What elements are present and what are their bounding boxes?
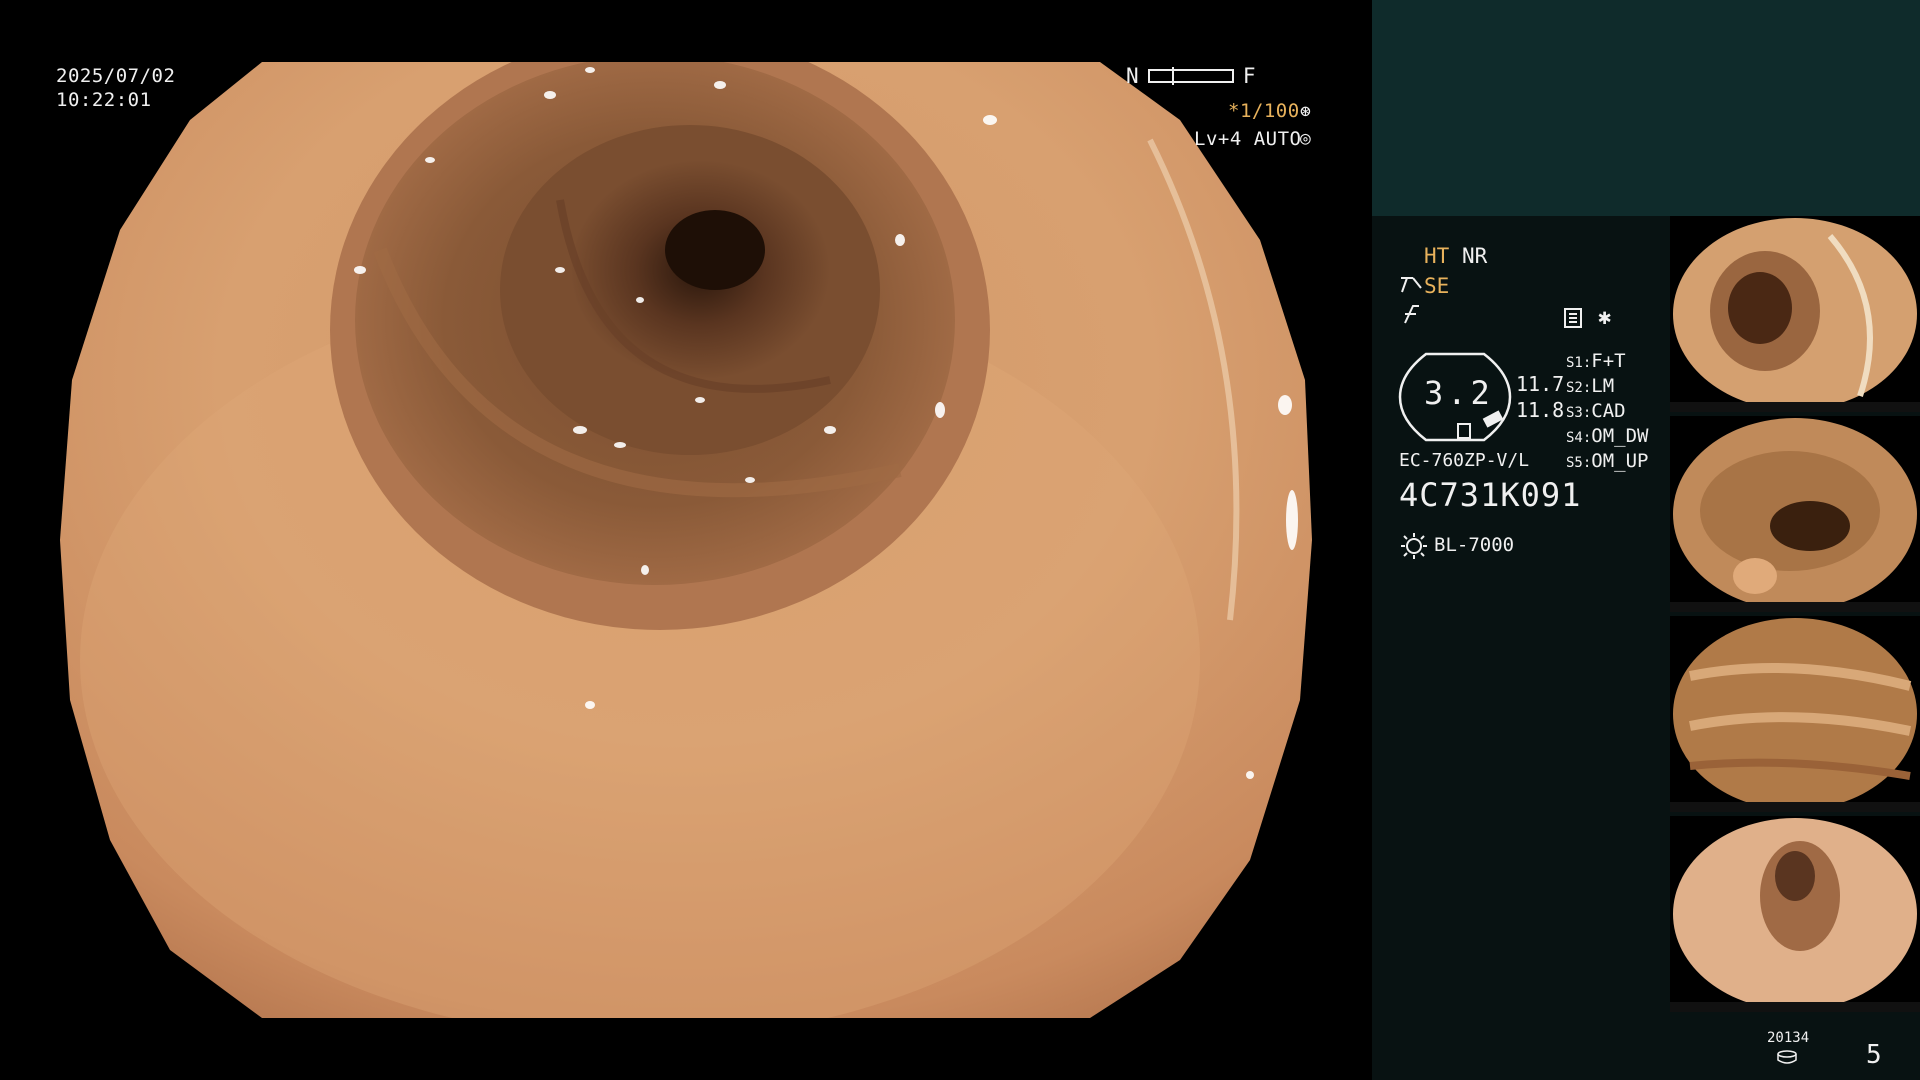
thumbnail-status-strip [1670, 602, 1920, 612]
switch-s1: S1:F+T [1566, 350, 1626, 372]
thumbnail-image [1673, 218, 1917, 410]
near-label: N [1126, 64, 1140, 88]
far-label: F [1242, 64, 1256, 88]
freeze-icon [1404, 305, 1419, 324]
scope-serial-number: 4C731K091 [1399, 476, 1582, 514]
structure-enhance-icon [1401, 277, 1422, 293]
near-far-bar [1148, 67, 1234, 85]
thumbnail-status-strip [1670, 802, 1920, 812]
switch-s5: S5:OM_UP [1566, 450, 1649, 472]
endoscopic-view: 2025/07/02 10:22:01 N F *1/100 ⊛ Lv+4 AU… [0, 0, 1372, 1080]
ht-indicator: HT [1424, 244, 1450, 268]
se-indicator: SE [1424, 274, 1450, 298]
aperture-icon: ⊛ [1300, 101, 1311, 122]
thumbnail-status-strip [1670, 1002, 1920, 1012]
zoom-readout-2: 11.8 [1516, 398, 1565, 422]
nr-indicator: NR [1462, 244, 1488, 268]
side-info-panel: HT NR SE ✱ 3.2 11.7 11.8 S1:F+T S2:LM S3… [1372, 0, 1920, 1080]
switch-s4: S4:OM_DW [1566, 425, 1649, 447]
settings-list-icon [1564, 308, 1582, 328]
zoom-value: 3.2 [1424, 374, 1494, 412]
shutter-speed-readout: *1/100 [1228, 100, 1300, 122]
thumbnail-status-strip [1670, 402, 1920, 412]
captured-thumbnail-3[interactable] [1670, 616, 1920, 812]
thumbnail-image [1673, 618, 1917, 810]
image-count: 20134 [1767, 1030, 1810, 1046]
switch-s2: S2:LM [1566, 375, 1615, 397]
thumbnail-image [1673, 818, 1917, 1010]
star-icon: ✱ [1598, 305, 1612, 330]
time-readout: 10:22:01 [56, 89, 152, 111]
brightness-level-readout: Lv+4 AUTO [1194, 128, 1302, 150]
near-far-gauge: N F [1126, 64, 1256, 90]
zoom-readout-1: 11.7 [1516, 372, 1565, 396]
auto-iris-icon: ◎ [1300, 128, 1311, 149]
panel-header-area [1372, 0, 1920, 216]
switch-s3: S3:CAD [1566, 400, 1626, 422]
captured-thumbnail-1[interactable] [1670, 216, 1920, 412]
scope-model: EC-760ZP-V/L [1399, 450, 1530, 471]
thumbnail-image [1673, 418, 1917, 610]
captured-thumbnail-2[interactable] [1670, 416, 1920, 612]
date-readout: 2025/07/02 [56, 65, 176, 87]
page-number: 5 [1866, 1040, 1882, 1070]
captured-thumbnail-4[interactable] [1670, 816, 1920, 1012]
endoscopic-image [60, 62, 1312, 1018]
lamp-icon [1401, 533, 1427, 559]
near-far-marker [1172, 67, 1174, 85]
disk-icon [1777, 1050, 1797, 1064]
light-source-model: BL-7000 [1434, 534, 1515, 556]
